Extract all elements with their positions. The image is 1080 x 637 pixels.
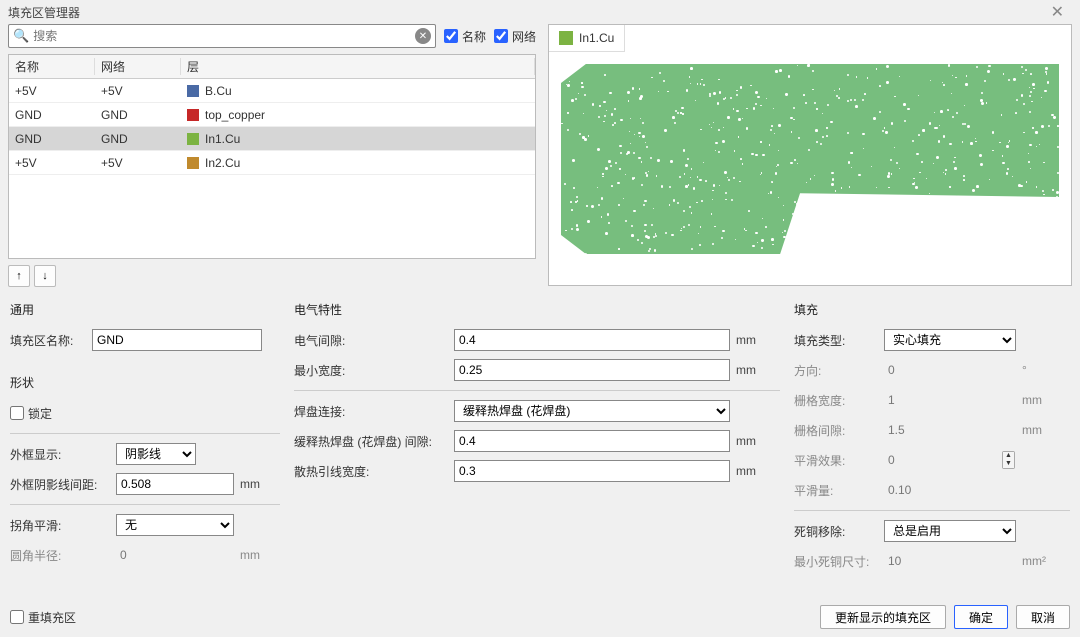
table-row[interactable]: +5V+5VIn2.Cu [9, 151, 535, 175]
chevron-down-icon: ▼ [1003, 460, 1014, 468]
filter-net-checkbox[interactable]: 网络 [494, 28, 536, 45]
corner-smooth-select[interactable]: 无 [116, 514, 234, 536]
layer-swatch [187, 85, 199, 97]
cell-layer: In2.Cu [181, 156, 535, 170]
zone-name-label: 填充区名称: [10, 332, 86, 349]
smooth-amount-input [884, 479, 1016, 501]
update-display-button[interactable]: 更新显示的填充区 [820, 605, 946, 629]
spinner[interactable]: ▲▼ [1002, 451, 1015, 469]
cell-layer: B.Cu [181, 84, 535, 98]
min-width-label: 最小宽度: [294, 362, 448, 379]
layer-swatch [187, 109, 199, 121]
cell-name: GND [9, 132, 95, 146]
table-row[interactable]: GNDGNDIn1.Cu [9, 127, 535, 151]
group-electrical: 电气特性 [294, 299, 780, 320]
corner-radius-label: 圆角半径: [10, 547, 110, 564]
clearance-input[interactable] [454, 329, 730, 351]
cell-name: GND [9, 108, 95, 122]
zone-table[interactable]: 名称 网络 层 +5V+5VB.CuGNDGNDtop_copperGNDGND… [8, 54, 536, 259]
thermal-gap-label: 缓释热焊盘 (花焊盘) 间隙: [294, 433, 448, 450]
pad-connection-label: 焊盘连接: [294, 403, 448, 420]
move-down-button[interactable]: ↓ [34, 265, 56, 287]
search-input[interactable] [33, 29, 415, 43]
fill-type-select[interactable]: 实心填充 [884, 329, 1016, 351]
titlebar: 填充区管理器 ✕ [0, 0, 1080, 24]
outline-display-select[interactable]: 阴影线 [116, 443, 196, 465]
outline-display-label: 外框显示: [10, 446, 110, 463]
grid-gap-input [884, 419, 1016, 441]
cancel-button[interactable]: 取消 [1016, 605, 1070, 629]
chevron-up-icon: ▲ [1003, 452, 1014, 460]
grid-width-input [884, 389, 1016, 411]
min-island-label: 最小死铜尺寸: [794, 553, 878, 570]
cell-layer: top_copper [181, 108, 535, 122]
zone-name-input[interactable] [92, 329, 262, 351]
lock-checkbox[interactable]: 锁定 [10, 405, 52, 422]
preview-tab[interactable]: In1.Cu [549, 25, 625, 52]
group-shape: 形状 [10, 372, 280, 393]
corner-smooth-label: 拐角平滑: [10, 517, 110, 534]
search-icon: 🔍 [13, 28, 29, 44]
hatch-pitch-label: 外框阴影线间距: [10, 476, 110, 493]
group-fill: 填充 [794, 299, 1070, 320]
thermal-gap-input[interactable] [454, 430, 730, 452]
col-layer[interactable]: 层 [181, 58, 535, 75]
preview-tab-label: In1.Cu [579, 31, 614, 45]
layer-swatch [187, 157, 199, 169]
smooth-effect-label: 平滑效果: [794, 452, 878, 469]
col-net[interactable]: 网络 [95, 58, 181, 75]
col-name[interactable]: 名称 [9, 58, 95, 75]
ok-button[interactable]: 确定 [954, 605, 1008, 629]
fill-type-label: 填充类型: [794, 332, 878, 349]
remove-islands-label: 死铜移除: [794, 523, 878, 540]
smooth-amount-label: 平滑量: [794, 482, 878, 499]
grid-gap-label: 栅格间隙: [794, 422, 878, 439]
cell-net: +5V [95, 84, 181, 98]
remove-islands-select[interactable]: 总是启用 [884, 520, 1016, 542]
preview-panel: In1.Cu [548, 24, 1072, 286]
cell-net: GND [95, 108, 181, 122]
cell-layer: In1.Cu [181, 132, 535, 146]
clearance-label: 电气间隙: [294, 332, 448, 349]
spoke-width-label: 散热引线宽度: [294, 463, 448, 480]
orientation-input [884, 359, 1016, 381]
cell-net: +5V [95, 156, 181, 170]
smooth-effect-input [884, 449, 996, 471]
corner-radius-input [116, 544, 234, 566]
table-row[interactable]: GNDGNDtop_copper [9, 103, 535, 127]
move-up-button[interactable]: ↑ [8, 265, 30, 287]
spoke-width-input[interactable] [454, 460, 730, 482]
table-row[interactable]: +5V+5VB.Cu [9, 79, 535, 103]
layer-swatch [559, 31, 573, 45]
refill-checkbox[interactable]: 重填充区 [10, 609, 76, 626]
pad-connection-select[interactable]: 缓释热焊盘 (花焊盘) [454, 400, 730, 422]
search-box[interactable]: 🔍 ✕ [8, 24, 436, 48]
clear-search-icon[interactable]: ✕ [415, 28, 431, 44]
pcb-preview [561, 64, 1059, 254]
window-title: 填充区管理器 [8, 4, 80, 21]
min-island-input [884, 550, 1016, 572]
close-icon[interactable]: ✕ [1043, 2, 1072, 22]
cell-name: +5V [9, 84, 95, 98]
table-header: 名称 网络 层 [9, 55, 535, 79]
layer-swatch [187, 133, 199, 145]
cell-name: +5V [9, 156, 95, 170]
min-width-input[interactable] [454, 359, 730, 381]
cell-net: GND [95, 132, 181, 146]
grid-width-label: 栅格宽度: [794, 392, 878, 409]
orientation-label: 方向: [794, 362, 878, 379]
filter-name-checkbox[interactable]: 名称 [444, 28, 486, 45]
group-general: 通用 [10, 299, 280, 320]
hatch-pitch-input[interactable] [116, 473, 234, 495]
